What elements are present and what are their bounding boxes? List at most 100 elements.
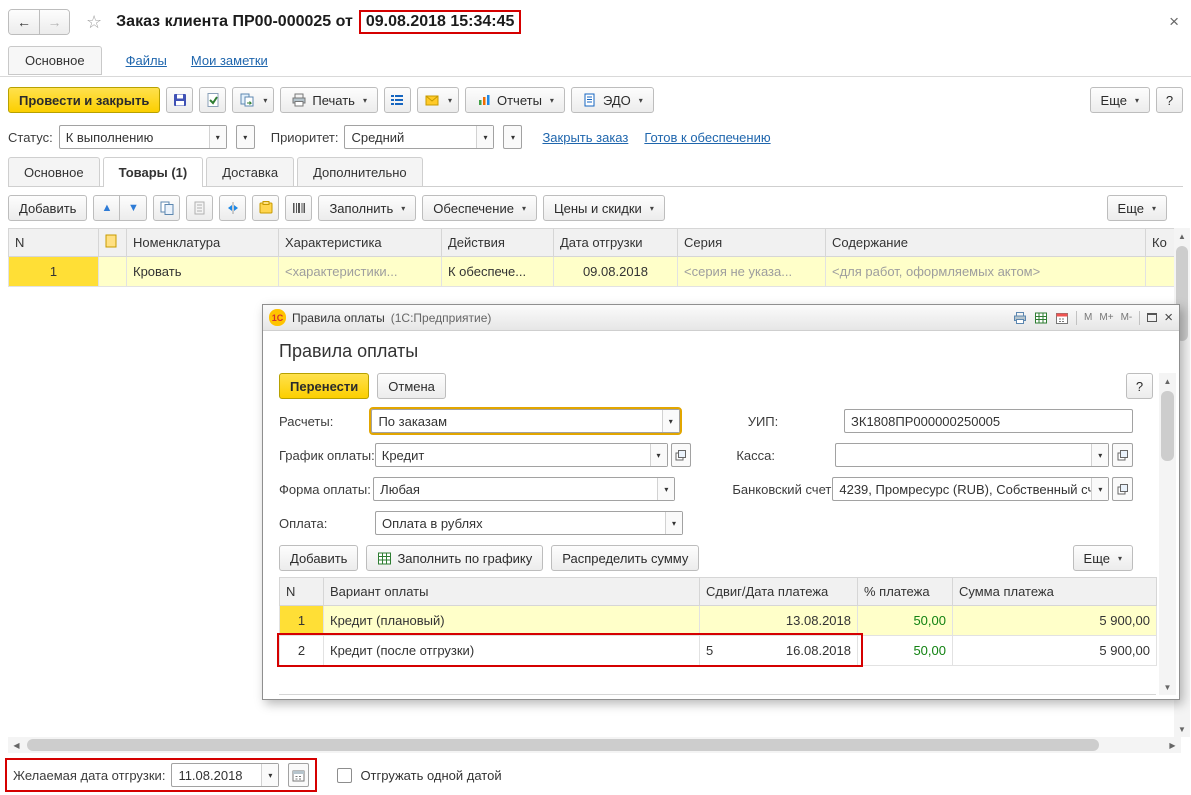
calendar-icon[interactable] — [1055, 311, 1069, 325]
column-header-n[interactable]: N — [280, 578, 324, 606]
schedule-combobox[interactable]: Кредит ▾ — [375, 443, 668, 467]
cell-actions[interactable]: К обеспече... — [442, 257, 554, 287]
cell-qty[interactable] — [1146, 257, 1175, 287]
column-header-ship-date[interactable]: Дата отгрузки — [554, 229, 678, 257]
memory-m-button[interactable]: M — [1084, 312, 1092, 323]
scroll-up-icon[interactable]: ▲ — [1159, 373, 1176, 389]
priority-history-button[interactable]: ▾ — [503, 125, 522, 149]
dialog-vertical-scrollbar[interactable]: ▲ ▼ — [1159, 373, 1176, 695]
add-row-button[interactable]: Добавить — [8, 195, 87, 221]
column-header-percent[interactable]: % платежа — [858, 578, 953, 606]
chevron-down-icon[interactable]: ▾ — [209, 126, 226, 148]
forward-button[interactable]: → — [39, 10, 69, 34]
priority-combobox[interactable]: Средний ▾ — [344, 125, 494, 149]
table-icon[interactable] — [1034, 311, 1048, 325]
edo-button[interactable]: ЭДО ▾ — [571, 87, 654, 113]
cell-shift-date[interactable]: 13.08.2018 — [700, 606, 858, 636]
status-combobox[interactable]: К выполнению ▾ — [59, 125, 227, 149]
back-button[interactable]: ← — [9, 10, 39, 34]
horizontal-scrollbar[interactable]: ◀ ▶ — [8, 737, 1181, 753]
scroll-right-icon[interactable]: ▶ — [1164, 737, 1181, 753]
cell-amount[interactable]: 5 900,00 — [953, 606, 1157, 636]
cell-n[interactable]: 1 — [280, 606, 324, 636]
cell-variant[interactable]: Кредит (после отгрузки) — [324, 636, 700, 666]
bank-open-button[interactable] — [1112, 477, 1133, 501]
status-history-button[interactable]: ▾ — [236, 125, 255, 149]
help-button[interactable]: ? — [1156, 87, 1183, 113]
fill-by-schedule-button[interactable]: Заполнить по графику — [366, 545, 543, 571]
cell-variant[interactable]: Кредит (плановый) — [324, 606, 700, 636]
dialog-help-button[interactable]: ? — [1126, 373, 1153, 399]
column-header-flag[interactable] — [99, 229, 127, 257]
cell-content[interactable]: <для работ, оформляемых актом> — [826, 257, 1146, 287]
prices-menu-button[interactable]: Цены и скидки ▾ — [543, 195, 665, 221]
table-row[interactable]: 2 Кредит (после отгрузки) 5 16.08.2018 5… — [280, 636, 1157, 666]
dialog-close-icon[interactable]: × — [1164, 309, 1173, 326]
barcode-scan-button[interactable] — [285, 195, 312, 221]
cash-open-button[interactable] — [1112, 443, 1133, 467]
chevron-down-icon[interactable]: ▾ — [476, 126, 493, 148]
notes-link[interactable]: Мои заметки — [191, 53, 268, 68]
cell-series[interactable]: <серия не указа... — [678, 257, 826, 287]
payment-add-button[interactable]: Добавить — [279, 545, 358, 571]
column-header-n[interactable]: N — [9, 229, 99, 257]
memory-m-minus-button[interactable]: M- — [1121, 312, 1133, 323]
tab-delivery[interactable]: Доставка — [206, 157, 294, 186]
nav-tab-main[interactable]: Основное — [8, 46, 102, 75]
pick-goods-button[interactable] — [252, 195, 279, 221]
duplicate-row-button[interactable] — [186, 195, 213, 221]
maximize-icon[interactable] — [1147, 313, 1157, 322]
horizontal-scroll-thumb[interactable] — [27, 739, 1099, 751]
cancel-button[interactable]: Отмена — [377, 373, 446, 399]
cell-percent[interactable]: 50,00 — [858, 606, 953, 636]
tab-goods[interactable]: Товары (1) — [103, 157, 204, 187]
fill-menu-button[interactable]: Заполнить ▾ — [318, 195, 416, 221]
distribute-amount-button[interactable]: Распределить сумму — [551, 545, 699, 571]
files-link[interactable]: Файлы — [126, 53, 167, 68]
table-row[interactable]: 1 Кредит (плановый) 13.08.2018 50,00 5 9… — [280, 606, 1157, 636]
chevron-down-icon[interactable]: ▾ — [650, 444, 667, 466]
move-down-button[interactable]: ▼ — [120, 195, 147, 221]
cell-n[interactable]: 2 — [280, 636, 324, 666]
column-header-content[interactable]: Содержание — [826, 229, 1146, 257]
uip-input[interactable]: ЗК1808ПР000000250005 — [844, 409, 1133, 433]
dialog-titlebar[interactable]: 1С Правила оплаты (1С:Предприятие) M M+ … — [263, 305, 1179, 331]
print-icon[interactable] — [1013, 311, 1027, 325]
attachments-button[interactable]: ▾ — [417, 87, 459, 113]
close-order-link[interactable]: Закрыть заказ — [542, 130, 628, 145]
favorite-star-icon[interactable]: ☆ — [86, 12, 102, 33]
chevron-down-icon[interactable]: ▾ — [1091, 444, 1108, 466]
create-based-on-button[interactable]: ▾ — [232, 87, 274, 113]
task-list-button[interactable] — [384, 87, 411, 113]
tab-main[interactable]: Основное — [8, 157, 100, 186]
post-and-close-button[interactable]: Провести и закрыть — [8, 87, 160, 113]
save-button[interactable] — [166, 87, 193, 113]
items-more-button[interactable]: Еще ▾ — [1107, 195, 1167, 221]
cell-nomenclature[interactable]: Кровать — [127, 257, 279, 287]
dialog-scroll-thumb[interactable] — [1161, 391, 1174, 461]
cell-characteristic[interactable]: <характеристики... — [279, 257, 442, 287]
column-header-qty[interactable]: Ко — [1146, 229, 1175, 257]
cell-ship-date[interactable]: 09.08.2018 — [554, 257, 678, 287]
chevron-down-icon[interactable]: ▾ — [662, 410, 679, 432]
form-combobox[interactable]: Любая ▾ — [373, 477, 675, 501]
column-header-shift-date[interactable]: Сдвиг/Дата платежа — [700, 578, 858, 606]
tab-extra[interactable]: Дополнительно — [297, 157, 423, 186]
chevron-down-icon[interactable]: ▾ — [1091, 478, 1108, 500]
supply-menu-button[interactable]: Обеспечение ▾ — [422, 195, 537, 221]
split-row-button[interactable] — [219, 195, 246, 221]
column-header-variant[interactable]: Вариант оплаты — [324, 578, 700, 606]
cell-shift-date[interactable]: 5 16.08.2018 — [700, 636, 858, 666]
pay-combobox[interactable]: Оплата в рублях ▾ — [375, 511, 683, 535]
transfer-button[interactable]: Перенести — [279, 373, 369, 399]
column-header-characteristic[interactable]: Характеристика — [279, 229, 442, 257]
post-document-button[interactable] — [199, 87, 226, 113]
column-header-series[interactable]: Серия — [678, 229, 826, 257]
close-icon[interactable]: × — [1165, 12, 1183, 32]
column-header-amount[interactable]: Сумма платежа — [953, 578, 1157, 606]
more-button[interactable]: Еще ▾ — [1090, 87, 1150, 113]
ship-date-calendar-button[interactable] — [288, 763, 309, 787]
memory-m-plus-button[interactable]: M+ — [1099, 312, 1113, 323]
copy-row-button[interactable] — [153, 195, 180, 221]
payment-more-button[interactable]: Еще ▾ — [1073, 545, 1133, 571]
